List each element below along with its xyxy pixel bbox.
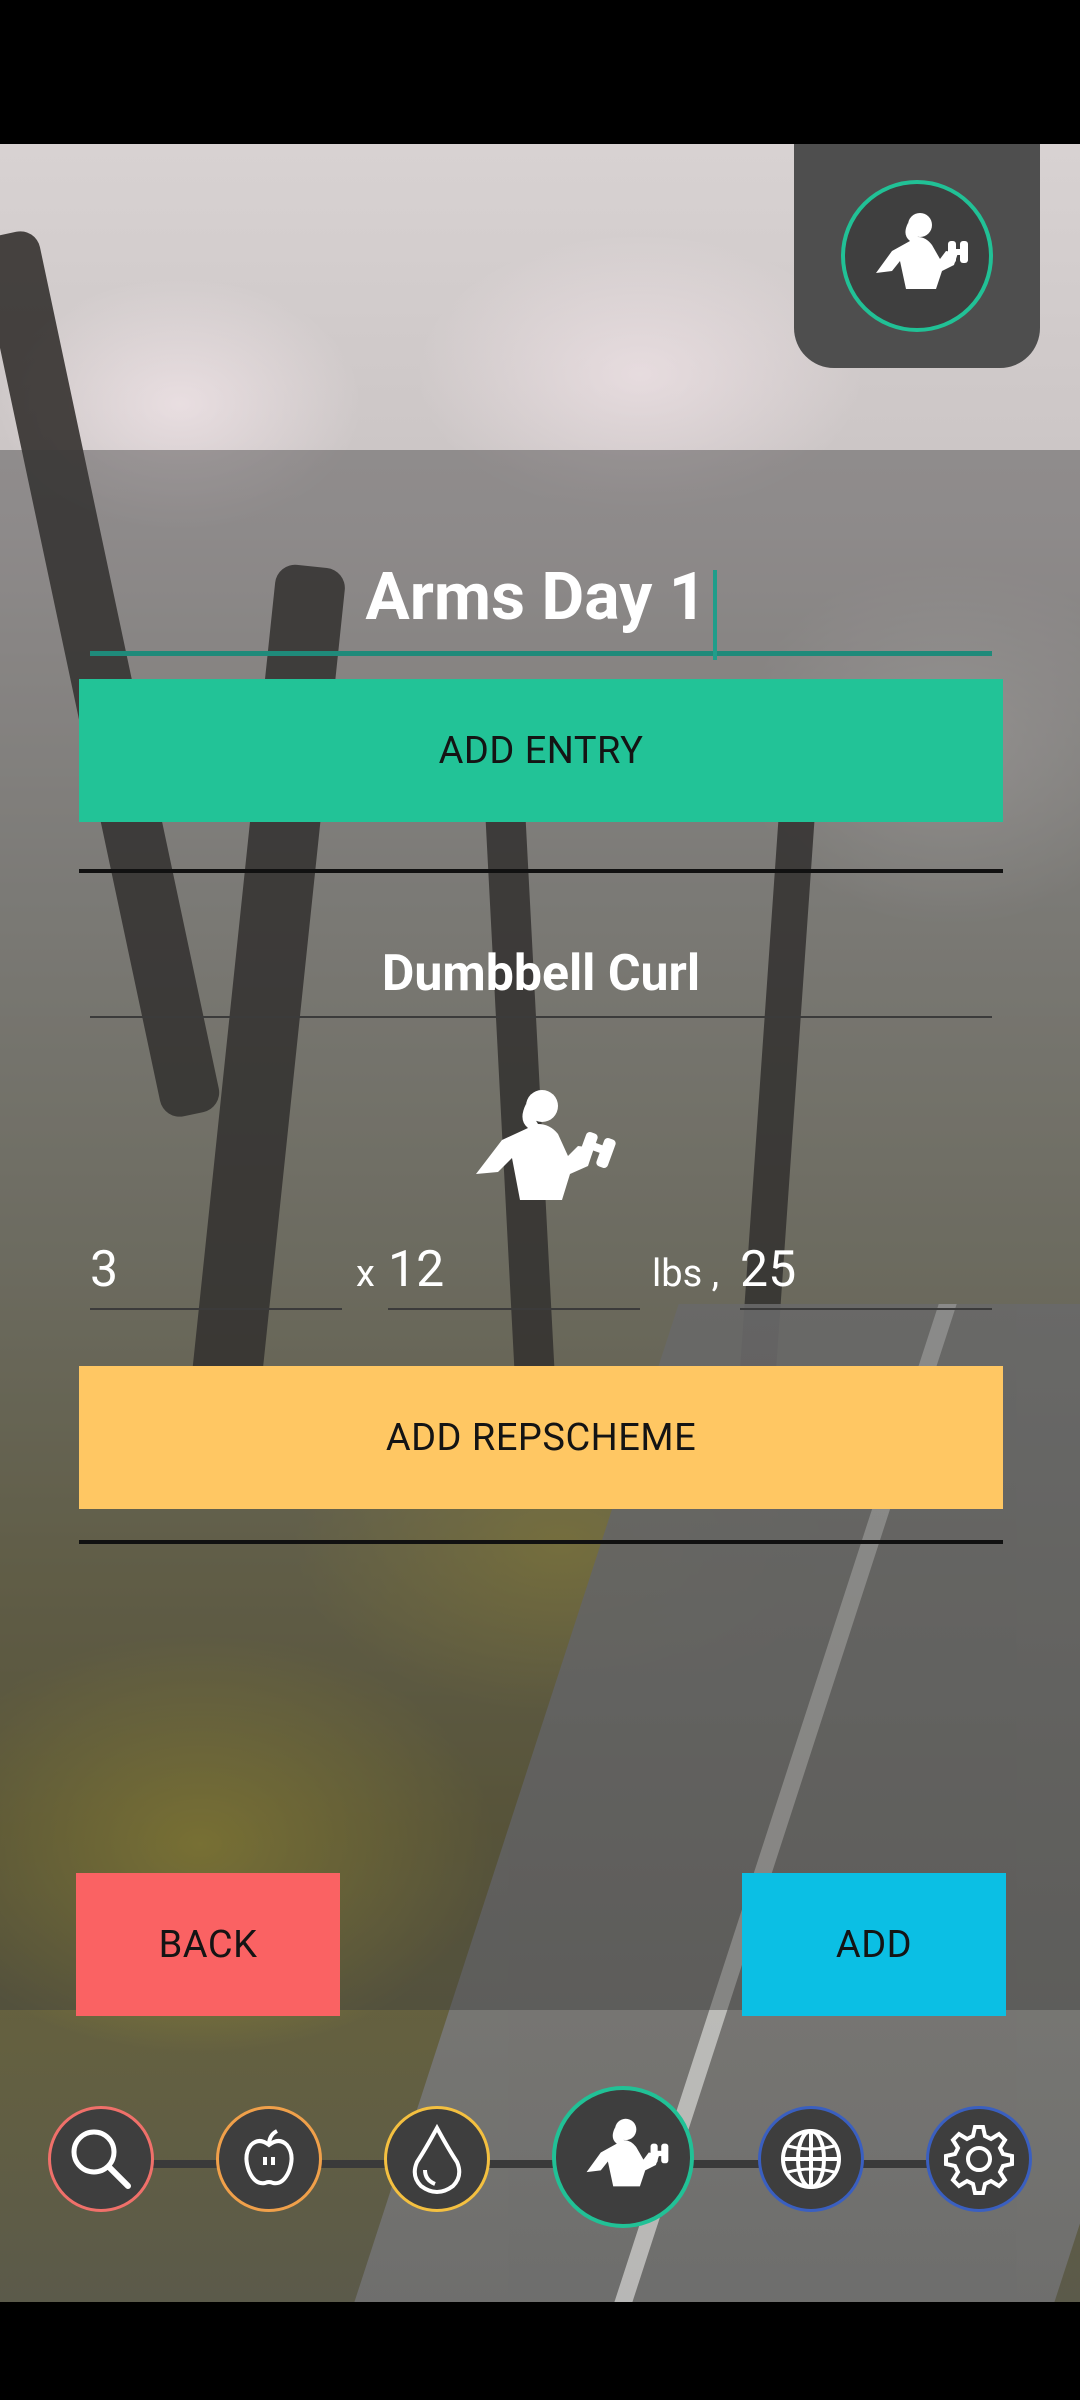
bodybuilder-icon[interactable]: [841, 180, 993, 332]
water-drop-icon[interactable]: [384, 2106, 490, 2212]
divider: [79, 869, 1003, 873]
add-repscheme-button[interactable]: ADD REPSCHEME: [79, 1366, 1003, 1509]
bottom-navigation: [0, 2086, 1080, 2236]
add-entry-button[interactable]: ADD ENTRY: [79, 679, 1003, 822]
status-bar: [0, 0, 1080, 144]
add-button[interactable]: ADD: [742, 1873, 1006, 2016]
sets-value: 3: [90, 1241, 119, 1299]
workout-title-text: Arms Day 1: [365, 559, 707, 636]
reps-input[interactable]: 12: [388, 1232, 640, 1310]
globe-icon[interactable]: [758, 2106, 864, 2212]
back-button[interactable]: BACK: [76, 1873, 340, 2016]
gear-icon[interactable]: [926, 2106, 1032, 2212]
weight-value: 25: [740, 1241, 797, 1299]
weight-unit-label: lbs ,: [652, 1252, 720, 1296]
apple-icon[interactable]: [216, 2106, 322, 2212]
exercise-name-field[interactable]: Dumbbell Curl: [90, 930, 992, 1018]
system-navigation-bar: [0, 2302, 1080, 2400]
weight-input[interactable]: 25: [740, 1232, 992, 1310]
search-icon[interactable]: [48, 2106, 154, 2212]
corner-tab: [794, 144, 1040, 368]
text-cursor: [712, 569, 717, 660]
divider: [79, 1540, 1003, 1544]
exercise-name: Dumbbell Curl: [381, 945, 701, 1003]
sets-input[interactable]: 3: [90, 1232, 342, 1310]
workout-title-input[interactable]: Arms Day 1: [90, 540, 992, 660]
bodybuilder-icon: [462, 1088, 618, 1208]
reps-value: 12: [388, 1241, 445, 1299]
bodybuilder-icon[interactable]: [552, 2086, 694, 2228]
sets-separator: x: [356, 1252, 375, 1296]
